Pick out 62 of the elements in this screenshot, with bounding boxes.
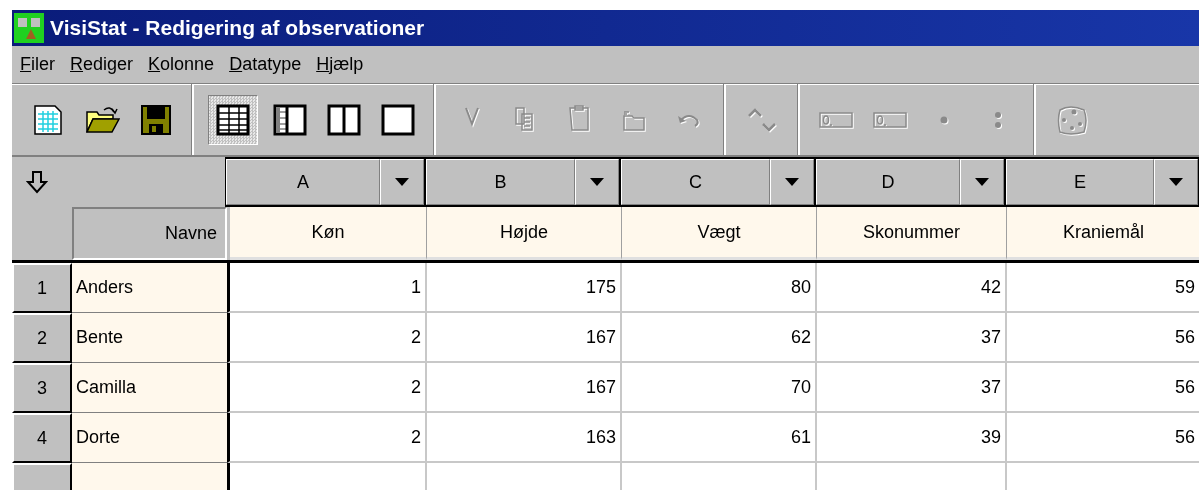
table-cell: 37 [817, 313, 1007, 363]
down-arrow-icon[interactable] [26, 170, 48, 194]
row-number[interactable]: 2 [12, 313, 72, 363]
column-header[interactable]: Navne [72, 207, 227, 260]
menu-item[interactable]: Datatype [223, 50, 311, 79]
window-title: VisiStat - Redigering af observationer [50, 16, 425, 40]
row-number[interactable]: 3 [12, 363, 72, 413]
dropdown-button[interactable] [575, 159, 619, 205]
column-header[interactable]: Højde [427, 207, 622, 260]
column-letter: C [621, 159, 770, 205]
column-letter: B [426, 159, 575, 205]
column-header[interactable]: Køn [230, 207, 427, 260]
menu-item[interactable]: Kolonne [142, 50, 224, 79]
table-cell: 56 [1007, 363, 1199, 413]
table-cell: 62 [622, 313, 817, 363]
table-cell: Camilla [72, 363, 227, 413]
dropdown-button[interactable] [380, 159, 424, 205]
table-cell: Dorte [72, 413, 227, 463]
table-cell: 167 [427, 313, 622, 363]
column-header[interactable]: Skonummer [817, 207, 1007, 260]
table-cell: Bente [72, 313, 227, 363]
column-letter: D [816, 159, 960, 205]
table-cell: 163 [427, 413, 622, 463]
table-cell: 2 [227, 413, 427, 463]
caret-icon [785, 178, 799, 186]
column-header[interactable]: Vægt [622, 207, 817, 260]
table-cell: 39 [817, 413, 1007, 463]
decimal-field-icon [819, 111, 853, 128]
table-cell: 70 [622, 363, 817, 413]
caret-icon [1169, 178, 1183, 186]
decimal-field-icon [873, 111, 907, 128]
row-number[interactable]: 4 [12, 413, 72, 463]
table-button[interactable] [208, 94, 258, 145]
caret-icon [395, 178, 409, 186]
table-cell: 42 [817, 263, 1007, 313]
column-letter: E [1006, 159, 1154, 205]
table-cell: 80 [622, 263, 817, 313]
dropdown-button[interactable] [1154, 159, 1198, 205]
table-cell: 167 [427, 363, 622, 413]
table-cell: 1 [227, 263, 427, 313]
column-header[interactable]: Kraniemål [1007, 207, 1199, 260]
dropdown-button[interactable] [770, 159, 814, 205]
table-cell: 37 [817, 363, 1007, 413]
colon-icon [994, 110, 1002, 129]
caret-icon [590, 178, 604, 186]
dot-icon [940, 115, 948, 124]
menu-item[interactable]: Filer [14, 50, 64, 79]
column-letter: A [226, 159, 380, 205]
table-cell: 59 [1007, 263, 1199, 313]
menu-item[interactable]: Hjælp [310, 50, 373, 79]
row-number[interactable]: 1 [12, 263, 72, 313]
dropdown-button[interactable] [960, 159, 1004, 205]
table-cell: 175 [427, 263, 622, 313]
table-cell: 61 [622, 413, 817, 463]
table-cell: 56 [1007, 313, 1199, 363]
caret-icon [975, 178, 989, 186]
app-icon [14, 13, 44, 43]
table-cell: 2 [227, 313, 427, 363]
menu-item[interactable]: Rediger [64, 50, 143, 79]
table-cell: Anders [72, 263, 227, 313]
table-cell: 2 [227, 363, 427, 413]
table-cell: 56 [1007, 413, 1199, 463]
